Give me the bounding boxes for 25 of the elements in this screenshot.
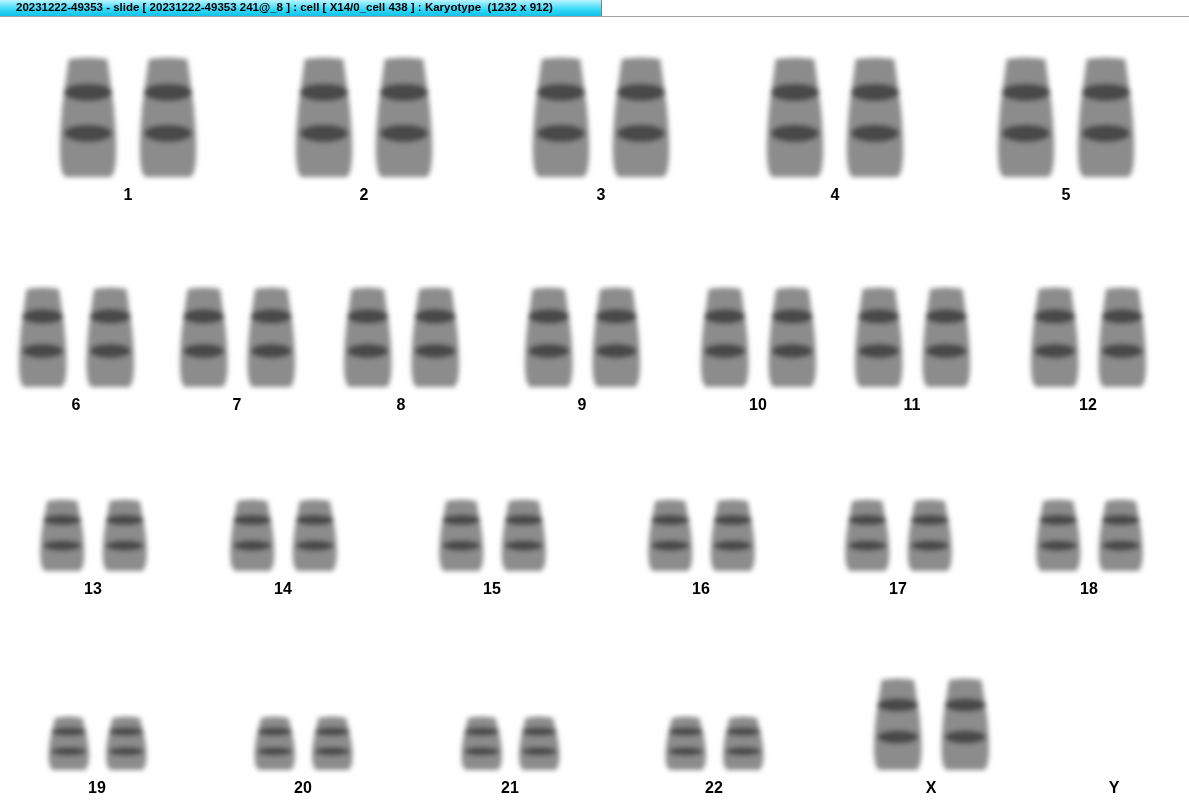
chromosome-label: 11: [903, 396, 921, 414]
chromosome-label: 21: [501, 779, 519, 797]
chromosome-label: 14: [274, 580, 292, 598]
window-title: 20231222-49353 - slide [ 20231222-49353 241@_8 ] : cell [ X14/0_cell 438 ] : Karyotype (1232 x 912): [0, 0, 602, 16]
chromosome-label: 10: [749, 396, 767, 414]
chromosome-label: 13: [84, 580, 102, 598]
chromosome-label: 3: [596, 186, 606, 204]
chromosome-label: 5: [1061, 186, 1071, 204]
chromosome-label: 12: [1079, 396, 1097, 414]
chromosome-label: 2: [359, 186, 369, 204]
chromosome-label: Y: [1108, 779, 1120, 797]
chromosome-label: 16: [692, 580, 710, 598]
chromosome-label: 7: [232, 396, 242, 414]
chromosome-label: 22: [705, 779, 723, 797]
chromosome-label: 17: [889, 580, 907, 598]
chromosome-label: 9: [577, 396, 587, 414]
chromosome-label: X: [925, 779, 937, 797]
chromosome-label: 1: [123, 186, 133, 204]
chromosome-label: 15: [483, 580, 501, 598]
chromosome-label: 18: [1080, 580, 1098, 598]
chromosome-label: 20: [294, 779, 312, 797]
chromosome-label: 8: [396, 396, 406, 414]
chromosome-label: 6: [71, 396, 81, 414]
chromosome-label: 19: [88, 779, 106, 797]
chromosome-label: 4: [830, 186, 840, 204]
